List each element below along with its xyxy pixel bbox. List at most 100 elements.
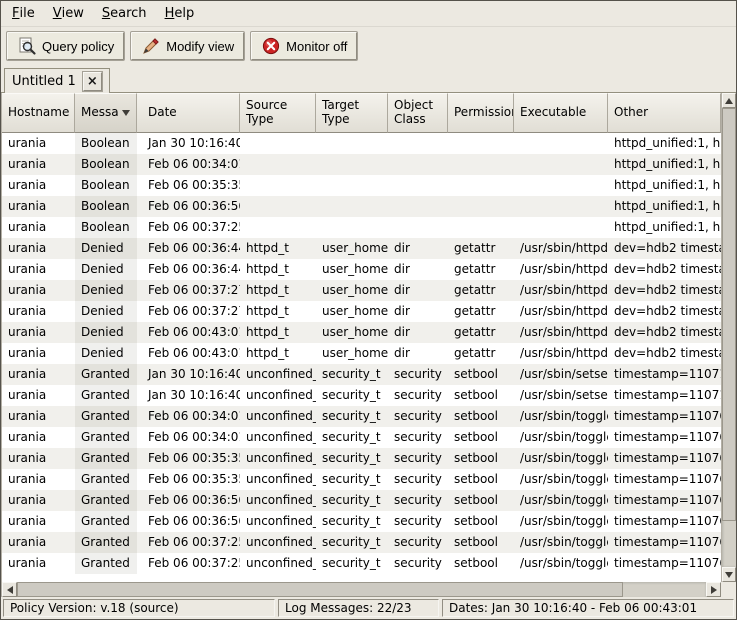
monitor-off-label: Monitor off	[286, 39, 347, 54]
cell-permission	[448, 175, 514, 196]
table-row[interactable]: uraniaGrantedFeb 06 00:37:25unconfined_s…	[2, 532, 721, 553]
cell-executable: /usr/sbin/httpd	[514, 238, 608, 259]
cell-source: unconfined_	[240, 532, 316, 553]
cell-message: Boolean	[75, 217, 137, 238]
col-header-target-type[interactable]: Target Type	[316, 93, 388, 133]
col-header-source-type[interactable]: Source Type	[240, 93, 316, 133]
cell-hostname: urania	[2, 175, 75, 196]
horizontal-scroll-thumb[interactable]	[17, 582, 623, 597]
cell-permission: getattr	[448, 301, 514, 322]
cell-hostname: urania	[2, 385, 75, 406]
cell-executable: /usr/sbin/toggle	[514, 427, 608, 448]
cell-source: unconfined_	[240, 385, 316, 406]
table-row[interactable]: uraniaBooleanFeb 06 00:36:56httpd_unifie…	[2, 196, 721, 217]
cell-hostname: urania	[2, 154, 75, 175]
tab-close-button[interactable]: ×	[83, 72, 102, 91]
horizontal-scroll-trough[interactable]	[17, 582, 706, 597]
cell-source: httpd_t	[240, 238, 316, 259]
vertical-scrollbar[interactable]	[721, 93, 736, 582]
cell-permission	[448, 196, 514, 217]
cell-date: Feb 06 00:35:35	[137, 448, 240, 469]
cell-executable: /usr/sbin/toggle	[514, 490, 608, 511]
menu-help[interactable]: Help	[156, 1, 204, 26]
scroll-right-button[interactable]	[706, 582, 721, 597]
cell-source	[240, 196, 316, 217]
cell-message: Denied	[75, 259, 137, 280]
cell-other: timestamp=11076	[608, 406, 721, 427]
table-row[interactable]: uraniaGrantedFeb 06 00:34:01unconfined_s…	[2, 406, 721, 427]
modify-view-button[interactable]: Modify view	[131, 32, 244, 60]
cell-date: Feb 06 00:37:25	[137, 553, 240, 574]
table-row[interactable]: uraniaBooleanFeb 06 00:34:01httpd_unifie…	[2, 154, 721, 175]
cell-hostname: urania	[2, 322, 75, 343]
table-row[interactable]: uraniaGrantedFeb 06 00:36:56unconfined_s…	[2, 490, 721, 511]
cell-other: httpd_unified:1, h	[608, 154, 721, 175]
table-row[interactable]: uraniaDeniedFeb 06 00:43:01httpd_tuser_h…	[2, 343, 721, 364]
scroll-left-button[interactable]	[2, 582, 17, 597]
monitor-off-button[interactable]: Monitor off	[251, 32, 357, 60]
query-policy-button[interactable]: Query policy	[7, 32, 124, 60]
arrow-down-icon	[725, 572, 733, 578]
table-row[interactable]: uraniaDeniedFeb 06 00:36:44httpd_tuser_h…	[2, 259, 721, 280]
col-header-date[interactable]: Date	[137, 93, 240, 133]
table-row[interactable]: uraniaDeniedFeb 06 00:43:01httpd_tuser_h…	[2, 322, 721, 343]
table-row[interactable]: uraniaBooleanJan 30 10:16:40httpd_unifie…	[2, 133, 721, 154]
col-header-permission[interactable]: Permission	[448, 93, 514, 133]
scroll-up-button[interactable]	[722, 93, 736, 108]
close-icon: ×	[87, 75, 98, 88]
table-row[interactable]: uraniaGrantedFeb 06 00:35:35unconfined_s…	[2, 469, 721, 490]
menubar: FileViewSearchHelp	[1, 1, 736, 27]
menu-file[interactable]: File	[3, 1, 44, 26]
scroll-down-button[interactable]	[722, 567, 736, 582]
col-header-executable[interactable]: Executable	[514, 93, 608, 133]
cell-hostname: urania	[2, 427, 75, 448]
cell-source	[240, 154, 316, 175]
table-row[interactable]: uraniaGrantedJan 30 10:16:40unconfined_s…	[2, 385, 721, 406]
cell-date: Feb 06 00:43:01	[137, 322, 240, 343]
dates-panel: Dates: Jan 30 10:16:40 - Feb 06 00:43:01	[442, 599, 734, 617]
table-row[interactable]: uraniaBooleanFeb 06 00:37:25httpd_unifie…	[2, 217, 721, 238]
cell-message: Boolean	[75, 133, 137, 154]
cell-other: timestamp=11076	[608, 469, 721, 490]
vertical-scroll-thumb[interactable]	[722, 108, 736, 521]
cell-objclass: security	[388, 364, 448, 385]
cell-message: Granted	[75, 385, 137, 406]
table-row[interactable]: uraniaDeniedFeb 06 00:37:27httpd_tuser_h…	[2, 280, 721, 301]
tab-bar: Untitled 1 ×	[1, 65, 736, 93]
menu-view[interactable]: View	[44, 1, 93, 26]
cell-source: unconfined_	[240, 427, 316, 448]
table-row[interactable]: uraniaBooleanFeb 06 00:35:35httpd_unifie…	[2, 175, 721, 196]
table-row[interactable]: uraniaGrantedFeb 06 00:35:35unconfined_s…	[2, 448, 721, 469]
table-row[interactable]: uraniaGrantedFeb 06 00:36:56unconfined_s…	[2, 511, 721, 532]
cell-objclass: dir	[388, 343, 448, 364]
cell-permission: setbool	[448, 511, 514, 532]
table-row[interactable]: uraniaGrantedFeb 06 00:34:01unconfined_s…	[2, 427, 721, 448]
vertical-scroll-trough[interactable]	[722, 108, 736, 567]
cell-source: unconfined_	[240, 469, 316, 490]
cell-date: Jan 30 10:16:40	[137, 364, 240, 385]
tab-untitled-1[interactable]: Untitled 1 ×	[4, 68, 110, 93]
menu-search[interactable]: Search	[93, 1, 156, 26]
table-row[interactable]: uraniaGrantedJan 30 10:16:40unconfined_s…	[2, 364, 721, 385]
table-row[interactable]: uraniaGrantedFeb 06 00:37:25unconfined_s…	[2, 553, 721, 574]
cell-executable: /usr/sbin/httpd	[514, 259, 608, 280]
cell-hostname: urania	[2, 490, 75, 511]
cell-objclass: dir	[388, 259, 448, 280]
cell-target: user_home_	[316, 301, 388, 322]
cell-permission: setbool	[448, 469, 514, 490]
cell-other: timestamp=11076	[608, 511, 721, 532]
cell-message: Granted	[75, 490, 137, 511]
col-header-message[interactable]: Messa	[75, 93, 137, 133]
cell-hostname: urania	[2, 133, 75, 154]
sort-descending-icon	[122, 110, 130, 116]
cell-date: Feb 06 00:37:25	[137, 217, 240, 238]
cell-hostname: urania	[2, 280, 75, 301]
table-row[interactable]: uraniaDeniedFeb 06 00:36:44httpd_tuser_h…	[2, 238, 721, 259]
cell-objclass: dir	[388, 301, 448, 322]
table-row[interactable]: uraniaDeniedFeb 06 00:37:27httpd_tuser_h…	[2, 301, 721, 322]
horizontal-scrollbar[interactable]	[1, 582, 721, 597]
col-header-hostname[interactable]: Hostname	[2, 93, 75, 133]
col-header-object-class[interactable]: Object Class	[388, 93, 448, 133]
cell-other: timestamp=11076	[608, 427, 721, 448]
col-header-other[interactable]: Other	[608, 93, 721, 133]
